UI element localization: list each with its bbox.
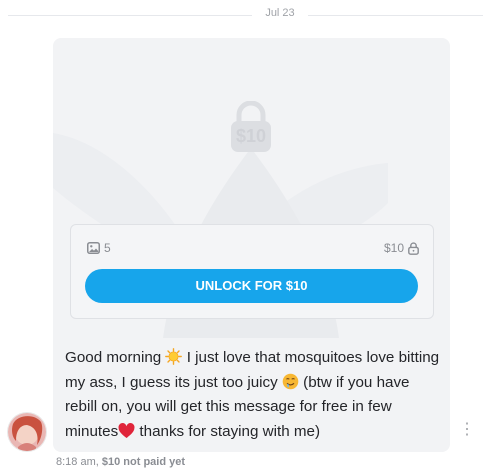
image-icon — [87, 242, 100, 254]
message-time: 8:18 am, — [56, 456, 99, 468]
date-label: Jul 23 — [265, 7, 295, 19]
price-value: $10 — [383, 241, 404, 255]
red-heart-emoji-icon — [118, 422, 135, 438]
lock-price-label: $10 — [235, 126, 267, 146]
small-lock-icon — [408, 241, 419, 255]
date-divider: Jul 23 — [0, 4, 483, 26]
price-label: $10 — [384, 241, 419, 255]
unlock-card: 5 $10 UNLOCK FOR $10 — [70, 224, 434, 319]
message-segment: thanks for staying with me) — [135, 422, 321, 440]
divider-line-left — [8, 15, 252, 16]
sun-emoji-icon — [165, 348, 183, 365]
drooling-face-emoji-icon — [282, 373, 299, 389]
message-bubble: $10 5 $10 UNLOCK FOR $10 Good morning I … — [53, 38, 450, 452]
media-count: 5 — [87, 241, 111, 255]
avatar[interactable] — [8, 413, 46, 451]
message-segment: Good morning — [65, 349, 166, 366]
message-meta: 8:18 am, $10 not paid yet — [56, 456, 185, 468]
divider-line-right — [308, 15, 483, 16]
media-count-value: 5 — [104, 241, 111, 255]
avatar-image — [8, 413, 46, 451]
message-text: Good morning I just love that mosquitoes… — [65, 346, 445, 444]
more-options-icon[interactable]: ⋮ — [459, 421, 475, 439]
locked-media-preview[interactable]: $10 5 $10 UNLOCK FOR $10 — [53, 38, 450, 338]
paid-status: $10 not paid yet — [101, 456, 186, 468]
unlock-button[interactable]: UNLOCK FOR $10 — [85, 269, 418, 303]
